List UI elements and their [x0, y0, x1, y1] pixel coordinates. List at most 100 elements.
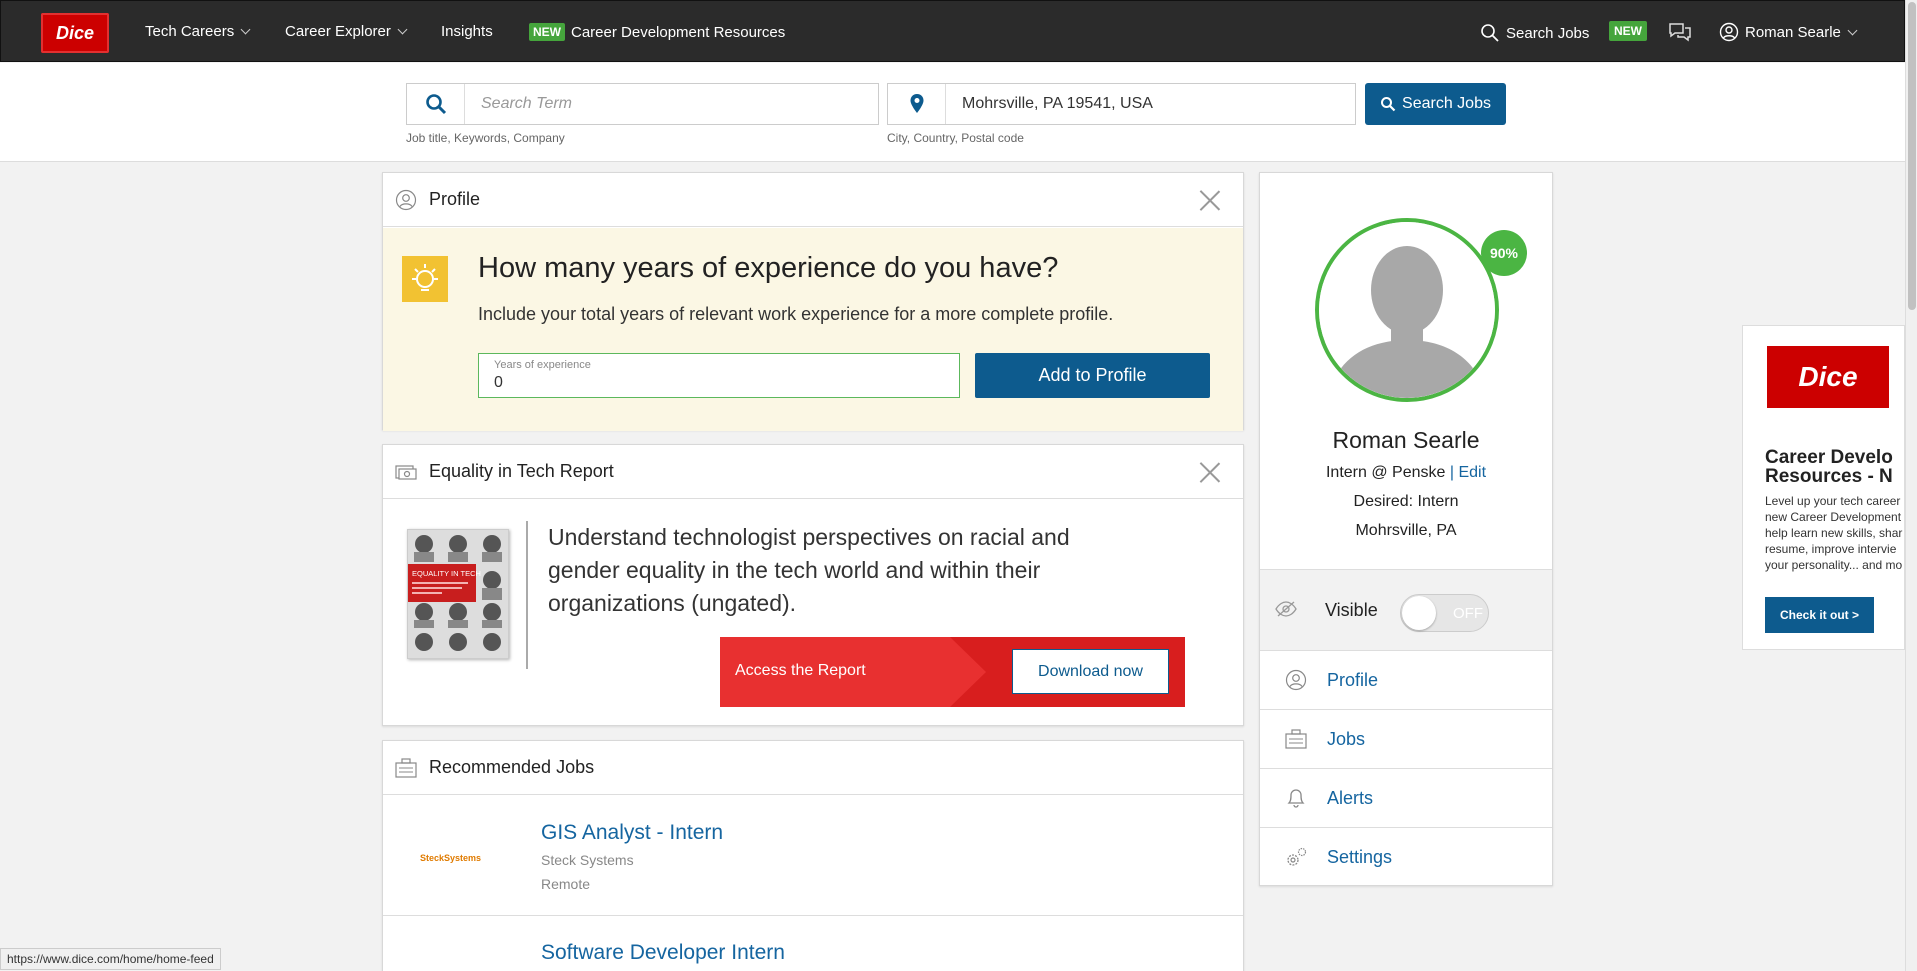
job-listing[interactable]: SteckSystems GIS Analyst - Intern Steck …	[383, 796, 1243, 916]
search-jobs-button-label: Search Jobs	[1402, 95, 1491, 112]
career-development-ad: Dice Career Develo Resources - N Level u…	[1742, 325, 1905, 650]
recommended-jobs-card: Recommended Jobs SteckSystems GIS Analys…	[382, 740, 1244, 971]
location-field[interactable]: Mohrsville, PA 19541, USA	[887, 83, 1356, 125]
banner-arrow-shape	[950, 637, 986, 707]
dice-logo[interactable]: Dice	[41, 13, 109, 53]
edit-link[interactable]: Edit	[1458, 464, 1486, 481]
search-icon	[1381, 97, 1396, 112]
profile-position-line: Intern @ Penske | Edit	[1260, 464, 1552, 482]
avatar[interactable]	[1315, 218, 1499, 402]
sidebar-item-label: Profile	[1327, 669, 1379, 690]
add-to-profile-label: Add to Profile	[1038, 365, 1147, 385]
bell-icon	[1287, 789, 1305, 808]
search-icon	[407, 84, 465, 124]
sidebar-item-alerts[interactable]: Alerts	[1260, 769, 1552, 828]
search-term-hint: Job title, Keywords, Company	[406, 131, 565, 145]
equality-card-title: Equality in Tech Report	[429, 461, 614, 481]
nav-tech-careers-label: Tech Careers	[145, 23, 235, 40]
nav-search-jobs-label: Search Jobs	[1506, 24, 1590, 42]
top-navigation: Dice Tech Careers Career Explorer Insigh…	[0, 0, 1905, 62]
sidebar-item-jobs[interactable]: Jobs	[1260, 710, 1552, 769]
job-listing[interactable]: Software Developer Intern	[383, 916, 1243, 971]
experience-question: How many years of experience do you have…	[478, 252, 1059, 284]
profile-icon	[395, 189, 417, 210]
profile-name: Roman Searle	[1332, 427, 1480, 453]
page-scrollbar[interactable]	[1905, 0, 1917, 971]
divider	[526, 521, 528, 669]
new-badge: NEW	[1609, 21, 1647, 41]
search-term-field[interactable]: Search Term	[406, 83, 879, 125]
download-now-button[interactable]: Download now	[1012, 649, 1169, 694]
download-now-label: Download now	[1038, 662, 1143, 680]
nav-career-development-label: Career Development Resources	[571, 23, 786, 41]
job-company: Steck Systems	[541, 852, 634, 868]
chevron-down-icon	[1847, 25, 1858, 35]
access-report-text: Access the Report	[735, 662, 866, 679]
profile-icon	[1285, 669, 1307, 691]
profile-sidebar: 90% Roman Searle Intern @ Penske | Edit …	[1259, 172, 1553, 886]
sidebar-item-label: Settings	[1327, 847, 1393, 867]
check-it-out-button[interactable]: Check it out >	[1765, 597, 1874, 633]
ad-text: Level up your tech career new Career Dev…	[1765, 494, 1903, 572]
nav-search-jobs[interactable]: Search Jobs	[1480, 23, 1589, 43]
job-location: Remote	[541, 876, 591, 892]
years-of-experience-input[interactable]: 0	[494, 374, 503, 392]
experience-subtext: Include your total years of relevant wor…	[478, 304, 1114, 324]
visibility-row: Visible OFF	[1260, 569, 1552, 651]
nav-career-development[interactable]: NEW Career Development Resources	[529, 23, 785, 41]
experience-prompt: How many years of experience do you have…	[383, 228, 1243, 431]
nav-career-explorer[interactable]: Career Explorer	[285, 23, 408, 40]
search-icon	[1481, 24, 1499, 42]
messages-icon[interactable]	[1667, 21, 1693, 50]
report-cover-image[interactable]: EQUALITY IN TECH	[407, 529, 509, 659]
search-term-input[interactable]: Search Term	[465, 95, 572, 113]
lightbulb-icon	[402, 256, 448, 302]
company-logo: SteckSystems	[420, 853, 482, 863]
visibility-toggle[interactable]: OFF	[1400, 594, 1489, 632]
sidebar-item-label: Jobs	[1327, 728, 1366, 749]
location-hint: City, Country, Postal code	[887, 131, 1024, 145]
equality-report-card: Equality in Tech Report EQUALITY IN TECH…	[382, 444, 1244, 726]
equality-description: Understand technologist perspectives on …	[548, 524, 1070, 616]
nav-insights[interactable]: Insights	[441, 23, 493, 40]
equality-card-header: Equality in Tech Report	[383, 445, 1243, 499]
toggle-knob	[1402, 596, 1436, 630]
profile-desired: Desired: Intern	[1353, 493, 1459, 510]
briefcase-icon	[395, 757, 417, 778]
close-icon[interactable]	[1199, 461, 1221, 483]
scrollbar-thumb[interactable]	[1908, 2, 1916, 310]
job-title-link[interactable]: GIS Analyst - Intern	[541, 821, 723, 845]
profile-card-title: Profile	[429, 189, 481, 209]
visible-label: Visible	[1325, 600, 1378, 620]
new-badge: NEW	[529, 23, 565, 41]
close-icon[interactable]	[1199, 189, 1221, 211]
user-menu[interactable]: Roman Searle	[1719, 22, 1858, 42]
add-to-profile-button[interactable]: Add to Profile	[975, 353, 1210, 398]
nav-insights-label: Insights	[441, 23, 493, 40]
profile-location: Mohrsville, PA	[1355, 522, 1457, 539]
sidebar-item-settings[interactable]: Settings	[1260, 828, 1552, 887]
dice-logo: Dice	[1767, 346, 1889, 408]
location-input[interactable]: Mohrsville, PA 19541, USA	[946, 95, 1153, 113]
nav-career-explorer-label: Career Explorer	[285, 23, 391, 40]
logo-text: Dice	[55, 22, 95, 43]
search-jobs-button[interactable]: Search Jobs	[1365, 83, 1506, 125]
location-pin-icon	[888, 84, 946, 124]
job-title-link[interactable]: Software Developer Intern	[541, 941, 785, 965]
sidebar-item-profile[interactable]: Profile	[1260, 651, 1552, 710]
profile-position: Intern @ Penske	[1325, 464, 1446, 481]
profile-card-header: Profile	[383, 173, 1243, 227]
jobs-card-title: Recommended Jobs	[429, 757, 595, 777]
ad-logo-text: Dice	[1798, 361, 1858, 392]
years-of-experience-field[interactable]: Years of experience 0	[478, 353, 960, 398]
jobs-card-header: Recommended Jobs	[383, 741, 1243, 795]
user-name: Roman Searle	[1745, 23, 1841, 41]
user-icon	[1719, 22, 1739, 42]
cover-title: EQUALITY IN TECH	[412, 569, 481, 578]
profile-card: Profile How many years of experience do …	[382, 172, 1244, 431]
nav-tech-careers[interactable]: Tech Careers	[145, 23, 251, 40]
access-report-banner: Access the Report Download now	[720, 637, 1185, 707]
separator: |	[1449, 464, 1454, 481]
sidebar-item-label: Alerts	[1327, 787, 1374, 808]
chevron-down-icon	[397, 24, 408, 35]
